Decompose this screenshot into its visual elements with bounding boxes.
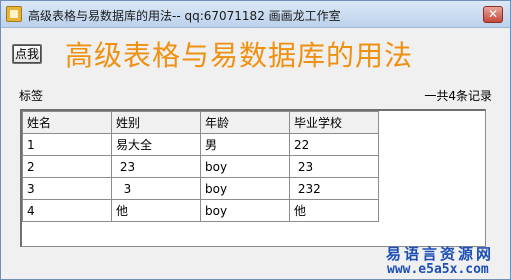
grid-cell[interactable]: boy [200, 199, 290, 222]
grid-cell[interactable]: 他 [111, 199, 201, 222]
app-icon [6, 6, 22, 22]
title-bar[interactable]: 高级表格与易数据库的用法-- qq:67071182 画画龙工作室 ✕ [1, 1, 510, 28]
grid-cell[interactable]: 1 [22, 133, 112, 156]
window-title: 高级表格与易数据库的用法-- qq:67071182 画画龙工作室 [28, 9, 341, 23]
grid-cell[interactable]: 易大全 [111, 133, 201, 156]
grid-table: 姓名 姓别 年龄 毕业学校 1 易大全 男 22 2 23 boy 23 3 3… [22, 111, 379, 222]
grid-cell[interactable]: 23 [111, 155, 201, 178]
table-row[interactable]: 4 他 boy 他 [22, 199, 379, 222]
click-me-button[interactable]: 点我 [12, 44, 42, 64]
grid-cell[interactable]: 4 [22, 199, 112, 222]
grid-cell[interactable]: boy [200, 177, 290, 200]
grid-cell[interactable]: 2 [22, 155, 112, 178]
grid-cell[interactable]: 22 [289, 133, 379, 156]
grid-cell[interactable]: 男 [200, 133, 290, 156]
client-area: 点我 高级表格与易数据库的用法 标签 一共4条记录 姓名 姓别 年龄 毕业学校 … [1, 29, 510, 279]
grid-header-cell[interactable]: 年龄 [200, 111, 290, 134]
watermark-url: www.e5a5x.com [387, 262, 489, 277]
watermark-logo-text: 易语言资源网 [386, 245, 495, 263]
grid-header-cell[interactable]: 姓名 [22, 111, 112, 134]
grid-cell[interactable]: boy [200, 155, 290, 178]
data-grid[interactable]: 姓名 姓别 年龄 毕业学校 1 易大全 男 22 2 23 boy 23 3 3… [20, 109, 486, 247]
grid-cell[interactable]: 他 [289, 199, 379, 222]
tag-label: 标签 [19, 89, 44, 103]
close-button[interactable]: ✕ [483, 6, 503, 23]
table-row[interactable]: 1 易大全 男 22 [22, 133, 379, 156]
grid-header-cell[interactable]: 毕业学校 [289, 111, 379, 134]
table-row[interactable]: 2 23 boy 23 [22, 155, 379, 178]
grid-header-cell[interactable]: 姓别 [111, 111, 201, 134]
grid-cell[interactable]: 232 [289, 177, 379, 200]
main-window: 高级表格与易数据库的用法-- qq:67071182 画画龙工作室 ✕ 点我 高… [0, 0, 511, 280]
table-row[interactable]: 3 3 boy 232 [22, 177, 379, 200]
grid-cell[interactable]: 23 [289, 155, 379, 178]
grid-cell[interactable]: 3 [111, 177, 201, 200]
page-heading: 高级表格与易数据库的用法 [65, 39, 414, 72]
grid-cell[interactable]: 3 [22, 177, 112, 200]
record-count-label: 一共4条记录 [424, 89, 492, 103]
grid-header-row: 姓名 姓别 年龄 毕业学校 [22, 111, 379, 134]
